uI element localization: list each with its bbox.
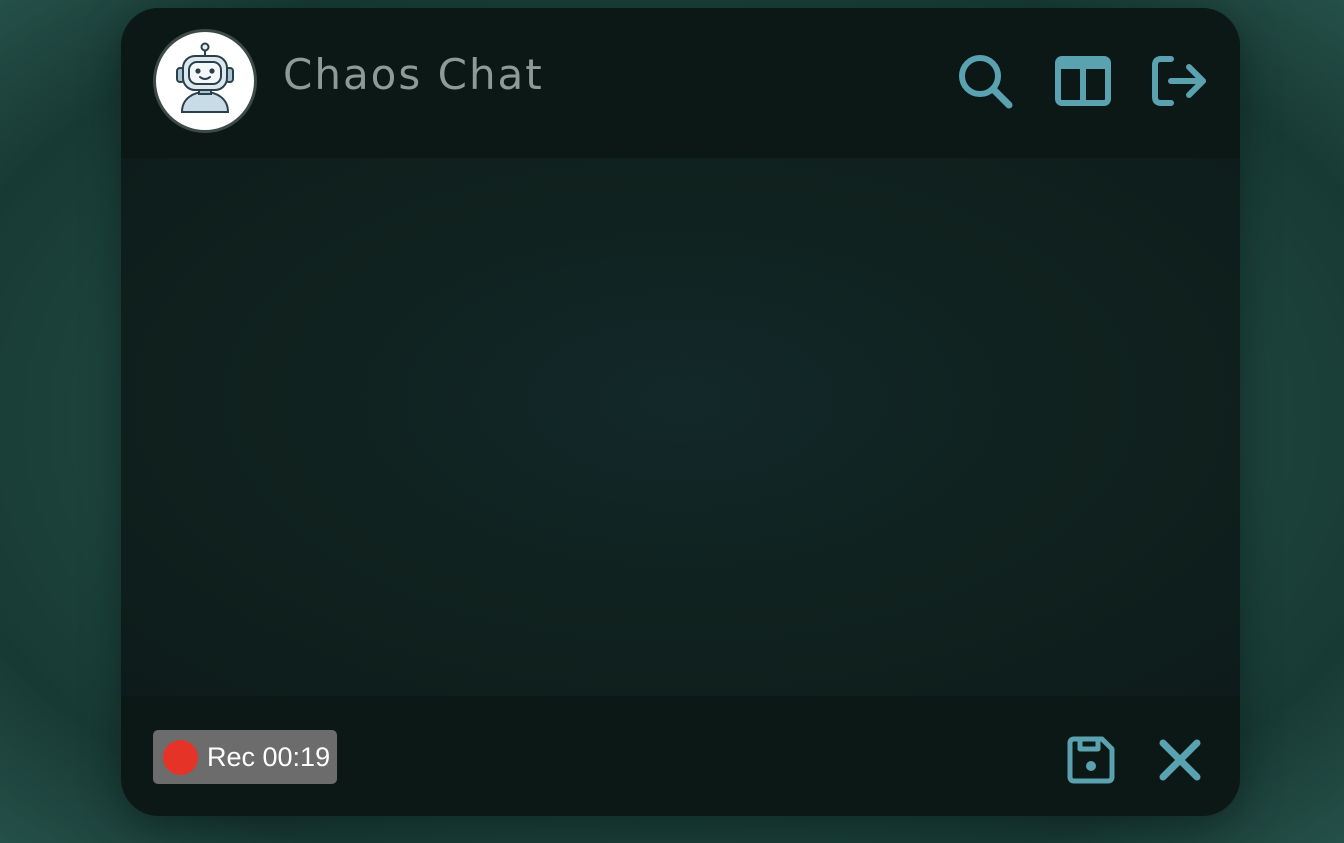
logout-icon: [1151, 55, 1209, 111]
save-button[interactable]: [1061, 732, 1121, 792]
close-icon: [1158, 738, 1202, 786]
robot-icon: [174, 42, 236, 120]
search-button[interactable]: [954, 52, 1016, 114]
recording-label: Rec 00:19: [207, 741, 331, 772]
chat-content-area: [121, 158, 1240, 696]
recording-indicator: Rec 00:19: [153, 730, 337, 784]
layout-toggle-button[interactable]: [1052, 52, 1114, 114]
logout-button[interactable]: [1149, 52, 1211, 114]
close-button[interactable]: [1150, 732, 1210, 792]
search-icon: [956, 52, 1014, 114]
app-title: Chaos Chat: [283, 50, 544, 99]
save-icon: [1066, 735, 1116, 789]
chat-window: Chaos Chat Rec 00:19: [121, 8, 1240, 816]
bot-avatar: [153, 29, 257, 133]
footer-bar: Rec 00:19: [121, 696, 1240, 816]
record-dot-icon: [163, 739, 198, 775]
header-bar: Chaos Chat: [121, 8, 1240, 158]
split-layout-icon: [1055, 56, 1111, 110]
